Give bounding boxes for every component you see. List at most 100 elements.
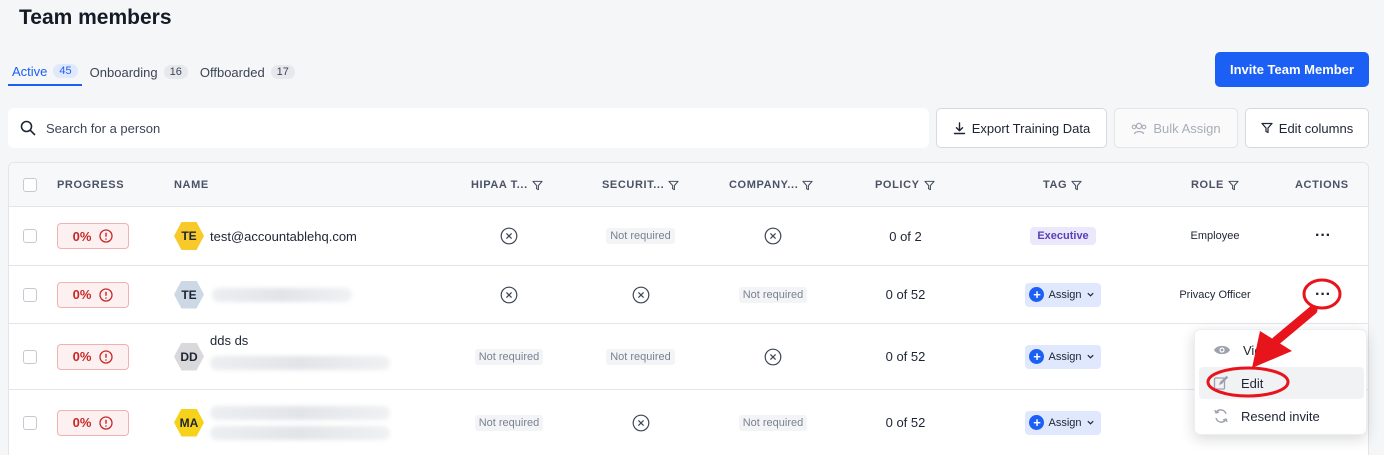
filter-icon[interactable] [1228, 180, 1239, 191]
filter-icon [1261, 122, 1273, 134]
row-checkbox[interactable] [23, 349, 37, 364]
filter-icon[interactable] [802, 180, 813, 191]
x-circle-icon [764, 348, 782, 365]
not-required-label: Not required [738, 286, 808, 303]
more-actions-button[interactable]: ··· [1315, 227, 1331, 245]
redacted-name [212, 287, 352, 302]
users-icon [1132, 122, 1147, 134]
column-company-label: COMPANY... [729, 179, 799, 191]
redacted-email [210, 356, 390, 370]
alert-circle-icon [99, 415, 114, 430]
column-hipaa[interactable]: HIPAA T... [471, 163, 543, 207]
menu-item-view[interactable]: View [1199, 334, 1364, 366]
alert-circle-icon [99, 229, 114, 243]
table-header: PROGRESS NAME HIPAA T... SECURIT... COMP… [9, 163, 1368, 207]
tab-label: Offboarded [199, 64, 265, 80]
select-all-checkbox[interactable] [23, 178, 37, 192]
plus-icon: + [1029, 287, 1045, 302]
assign-tag-button[interactable]: + Assign [1025, 282, 1101, 307]
not-required-label: Not required [606, 228, 675, 244]
filter-icon[interactable] [923, 180, 935, 191]
alert-circle-icon [99, 287, 114, 302]
progress-value: 0% [72, 349, 92, 364]
table-row[interactable]: 0% TE Not required 0 of 52 + Assign Priva… [9, 266, 1368, 324]
chevron-down-icon [1086, 420, 1094, 425]
assign-label: Assign [1048, 288, 1082, 301]
menu-item-resend-invite[interactable]: Resend invite [1199, 400, 1364, 432]
bulk-assign-label: Bulk Assign [1153, 120, 1221, 136]
column-security[interactable]: SECURIT... [602, 163, 679, 207]
table-row[interactable]: 0% MA Not required Not required 0 of 52 … [9, 390, 1368, 455]
not-required-label: Not required [474, 348, 544, 365]
assign-tag-button[interactable]: + Assign [1025, 410, 1101, 435]
filter-icon[interactable] [1071, 180, 1082, 191]
filter-icon[interactable] [532, 180, 543, 191]
column-name[interactable]: NAME [174, 163, 209, 207]
policy-count: 0 of 2 [889, 228, 922, 244]
avatar: TE [174, 222, 204, 250]
row-checkbox[interactable] [23, 287, 37, 302]
tag-badge[interactable]: Executive [1030, 227, 1096, 245]
x-circle-icon [500, 286, 518, 303]
menu-item-label: Edit [1241, 375, 1264, 391]
plus-icon: + [1029, 349, 1045, 364]
search-icon [20, 120, 36, 136]
bulk-assign-button[interactable]: Bulk Assign [1114, 108, 1238, 148]
column-progress[interactable]: PROGRESS [57, 163, 124, 207]
avatar: TE [174, 280, 204, 309]
not-required-label: Not required [474, 414, 544, 431]
x-circle-icon [632, 286, 649, 303]
row-checkbox[interactable] [23, 415, 37, 430]
tab-count-badge: 17 [270, 65, 295, 79]
progress-badge: 0% [57, 281, 129, 308]
member-name[interactable]: test@accountablehq.com [210, 229, 357, 244]
chevron-down-icon [1086, 292, 1094, 297]
column-company[interactable]: COMPANY... [729, 163, 813, 207]
table-row[interactable]: 0% DD dds ds Not required Not required 0… [9, 324, 1368, 390]
edit-columns-button[interactable]: Edit columns [1245, 108, 1369, 148]
eye-icon [1214, 345, 1230, 355]
tab-label: Onboarding [89, 64, 158, 80]
tab-count-badge: 16 [163, 65, 188, 79]
export-label: Export Training Data [971, 120, 1091, 136]
tab-label: Active [12, 63, 48, 79]
table-row[interactable]: 0% TE test@accountablehq.com Not require… [9, 207, 1368, 266]
tab-offboarded[interactable]: Offboarded 17 [196, 58, 299, 86]
page-title: Team members [19, 6, 172, 29]
menu-item-edit[interactable]: Edit [1199, 367, 1364, 399]
x-circle-icon [632, 414, 649, 431]
policy-count: 0 of 52 [885, 349, 926, 364]
tab-count-badge: 45 [53, 64, 78, 78]
filter-icon[interactable] [668, 180, 679, 191]
role-label: Employee [1190, 230, 1240, 242]
column-tag-label: TAG [1043, 179, 1068, 191]
search-input[interactable] [46, 120, 846, 136]
column-role[interactable]: ROLE [1191, 163, 1239, 207]
assign-label: Assign [1048, 350, 1082, 363]
column-policy[interactable]: POLICY [875, 163, 935, 207]
assign-tag-button[interactable]: + Assign [1025, 344, 1101, 369]
tab-onboarding[interactable]: Onboarding 16 [86, 58, 192, 86]
not-required-label: Not required [606, 348, 675, 365]
x-circle-icon [500, 227, 518, 245]
role-label: Privacy Officer [1179, 288, 1251, 301]
download-icon [953, 121, 965, 134]
progress-badge: 0% [57, 409, 129, 436]
plus-icon: + [1029, 415, 1045, 430]
chevron-down-icon [1086, 354, 1094, 359]
avatar: MA [174, 408, 204, 437]
export-training-data-button[interactable]: Export Training Data [936, 108, 1107, 148]
invite-team-member-button[interactable]: Invite Team Member [1215, 52, 1369, 87]
alert-circle-icon [99, 349, 114, 364]
column-security-label: SECURIT... [602, 179, 665, 191]
redacted-email [210, 425, 390, 440]
column-role-label: ROLE [1191, 179, 1224, 191]
row-checkbox[interactable] [23, 229, 37, 243]
progress-badge: 0% [57, 343, 129, 370]
member-name[interactable]: dds ds [210, 333, 390, 348]
column-tag[interactable]: TAG [1043, 163, 1082, 207]
edit-columns-label: Edit columns [1278, 120, 1354, 136]
more-actions-button[interactable]: ··· [1315, 286, 1331, 304]
tab-active[interactable]: Active 45 [8, 58, 82, 86]
column-hipaa-label: HIPAA T... [471, 179, 528, 191]
